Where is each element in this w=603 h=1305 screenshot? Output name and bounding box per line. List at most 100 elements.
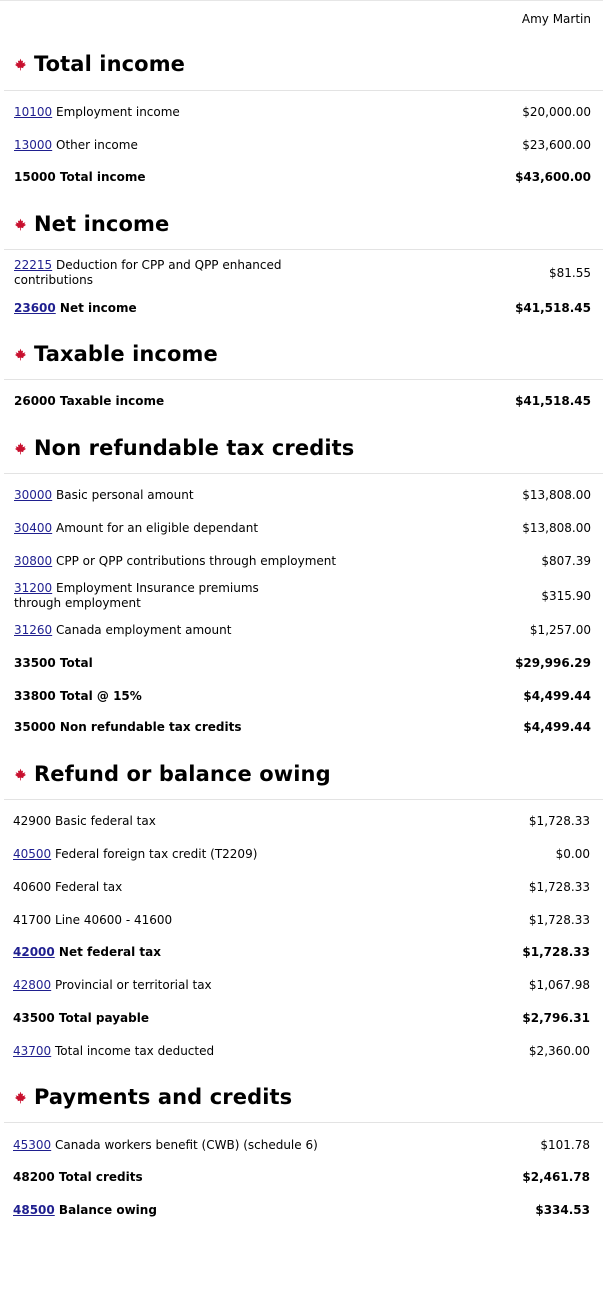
line-amount: $41,518.45 — [515, 301, 591, 315]
line-description: Total payable — [54, 1011, 149, 1025]
section-refund-or-balance: Refund or balance owing — [14, 762, 331, 786]
line-code-link[interactable]: 40500 — [13, 847, 51, 861]
section-divider — [4, 90, 603, 91]
line-code: 35000 — [14, 720, 56, 734]
section-divider — [4, 379, 603, 380]
line-description: Other income — [52, 138, 138, 152]
section-non-refundable: Non refundable tax credits — [14, 436, 354, 460]
maple-leaf-icon — [14, 442, 27, 454]
line-description: Total income — [55, 170, 146, 184]
section-divider — [4, 1122, 603, 1123]
line-code-link[interactable]: 45300 — [13, 1138, 51, 1152]
line-amount: $13,808.00 — [522, 488, 591, 502]
line-description: Taxable income — [55, 394, 165, 408]
section-title: Taxable income — [34, 342, 218, 366]
line-amount: $41,518.45 — [515, 394, 591, 408]
line-code-link[interactable]: 43700 — [13, 1044, 51, 1058]
line-description: Total — [55, 656, 93, 670]
line-description: Deduction for CPP and QPP enhanced contr… — [14, 258, 282, 287]
line-description: Canada employment amount — [52, 623, 232, 637]
line-description: Line 40600 - 41600 — [51, 913, 173, 927]
maple-leaf-icon — [14, 58, 27, 70]
line-amount: $807.39 — [541, 554, 591, 568]
line-description: CPP or QPP contributions through employm… — [52, 554, 337, 568]
line-code: 40600 — [13, 880, 52, 894]
line-description: Employment income — [52, 105, 180, 119]
line-code: 43500 — [13, 1011, 55, 1025]
user-name: Amy Martin — [521, 12, 591, 26]
line-code-link[interactable]: 23600 — [14, 301, 56, 315]
line-code: 33800 — [14, 689, 56, 703]
line-description: Net federal tax — [54, 945, 161, 959]
section-payments-and-credits: Payments and credits — [14, 1085, 292, 1109]
section-title: Refund or balance owing — [34, 762, 331, 786]
section-divider — [4, 249, 603, 250]
maple-leaf-icon — [14, 1091, 27, 1103]
line-code-link[interactable]: 42800 — [13, 978, 51, 992]
line-amount: $4,499.44 — [523, 689, 591, 703]
line-code-link[interactable]: 31260 — [14, 623, 52, 637]
section-title: Total income — [34, 52, 186, 76]
line-description: Federal foreign tax credit (T2209) — [51, 847, 258, 861]
line-code-link[interactable]: 13000 — [14, 138, 52, 152]
section-divider — [4, 799, 603, 800]
line-amount: $4,499.44 — [523, 720, 591, 734]
line-code-link[interactable]: 42000 — [13, 945, 55, 959]
section-title: Payments and credits — [34, 1085, 293, 1109]
line-description: Total @ 15% — [55, 689, 142, 703]
line-code-link[interactable]: 30800 — [14, 554, 52, 568]
section-divider — [4, 473, 603, 474]
line-code: 33500 — [14, 656, 56, 670]
line-amount: $20,000.00 — [522, 105, 591, 119]
line-amount: $2,461.78 — [522, 1170, 590, 1184]
section-title: Non refundable tax credits — [34, 436, 355, 460]
line-description: Canada workers benefit (CWB) (schedule 6… — [51, 1138, 318, 1152]
section-taxable-income: Taxable income — [14, 342, 218, 366]
top-divider — [0, 0, 603, 1]
section-total-income: Total income — [14, 52, 185, 76]
line-description: Provincial or territorial tax — [51, 978, 212, 992]
line-amount: $81.55 — [549, 266, 591, 280]
line-amount: $23,600.00 — [522, 138, 591, 152]
line-description: Basic personal amount — [52, 488, 194, 502]
line-amount: $43,600.00 — [515, 170, 591, 184]
line-description: Total income tax deducted — [51, 1044, 215, 1058]
line-amount: $0.00 — [555, 847, 590, 861]
line-description: Net income — [55, 301, 137, 315]
line-code-link[interactable]: 10100 — [14, 105, 52, 119]
line-amount: $334.53 — [535, 1203, 590, 1217]
line-amount: $101.78 — [540, 1138, 590, 1152]
line-amount: $1,728.33 — [528, 880, 590, 894]
line-amount: $2,796.31 — [522, 1011, 590, 1025]
line-code: 41700 — [13, 913, 52, 927]
line-amount: $1,728.33 — [528, 814, 590, 828]
section-net-income: Net income — [14, 212, 169, 236]
line-description: Basic federal tax — [51, 814, 156, 828]
line-amount: $1,728.33 — [528, 913, 590, 927]
line-code: 48200 — [13, 1170, 55, 1184]
line-amount: $29,996.29 — [515, 656, 591, 670]
line-code: 26000 — [14, 394, 56, 408]
section-title: Net income — [34, 212, 170, 236]
line-amount: $1,067.98 — [528, 978, 590, 992]
line-code-link[interactable]: 30400 — [14, 521, 52, 535]
line-code-link[interactable]: 22215 — [14, 258, 52, 272]
line-amount: $1,257.00 — [529, 623, 591, 637]
line-description: Federal tax — [51, 880, 123, 894]
line-code: 15000 — [14, 170, 56, 184]
line-amount: $315.90 — [541, 589, 591, 603]
line-amount: $2,360.00 — [528, 1044, 590, 1058]
line-code: 42900 — [13, 814, 52, 828]
line-description: Non refundable tax credits — [55, 720, 242, 734]
maple-leaf-icon — [14, 348, 27, 360]
line-description: Total credits — [54, 1170, 143, 1184]
line-description: Amount for an eligible dependant — [52, 521, 259, 535]
line-amount: $13,808.00 — [522, 521, 591, 535]
line-code-link[interactable]: 30000 — [14, 488, 52, 502]
line-code-link[interactable]: 48500 — [13, 1203, 55, 1217]
maple-leaf-icon — [14, 768, 27, 780]
line-code-link[interactable]: 31200 — [14, 581, 52, 595]
maple-leaf-icon — [14, 218, 27, 230]
line-amount: $1,728.33 — [522, 945, 590, 959]
line-description: Balance owing — [54, 1203, 157, 1217]
